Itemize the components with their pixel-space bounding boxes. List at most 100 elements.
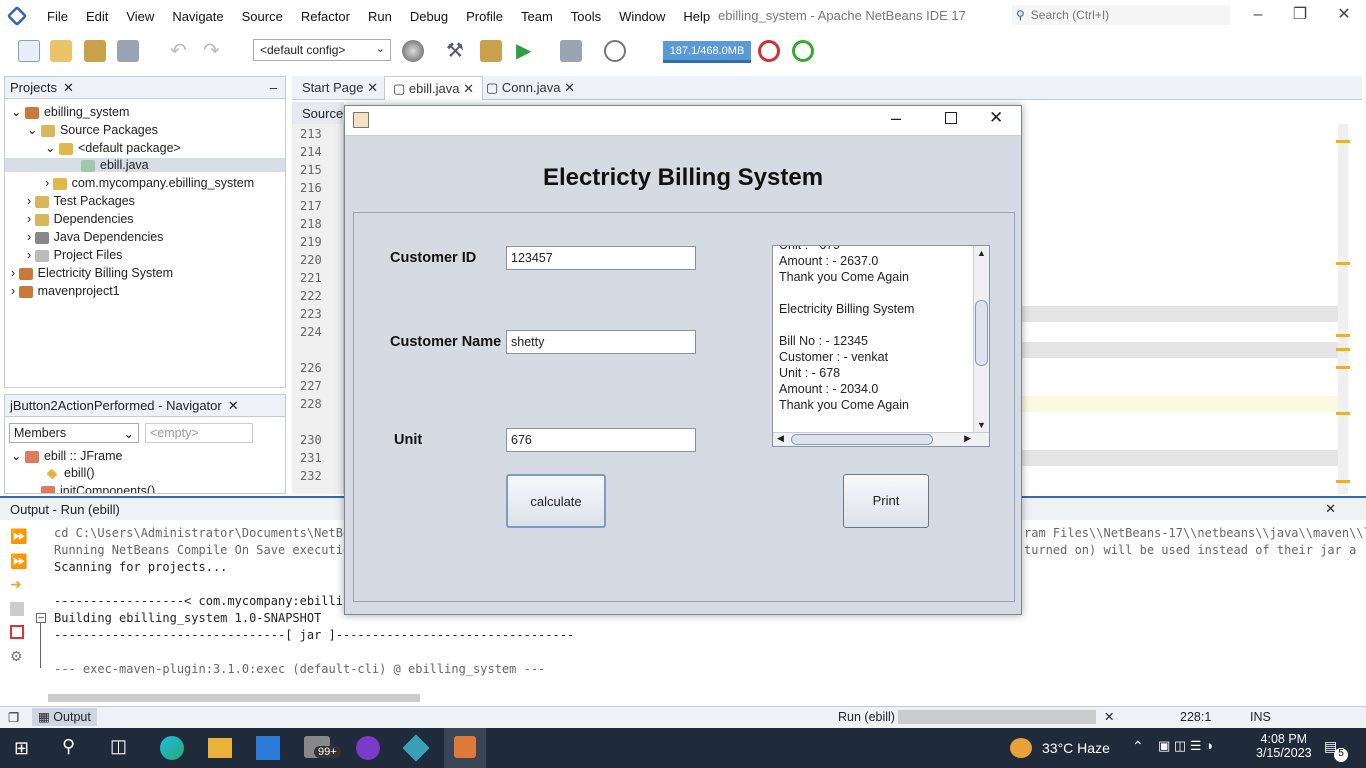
step-icon[interactable]: ➜ xyxy=(10,576,22,593)
receipt-textarea[interactable]: Unit : - 679 Amount : - 2637.0 Thank you C… xyxy=(772,245,990,447)
tray-chevron-icon[interactable]: ⌃ xyxy=(1132,738,1144,755)
editor-scrollbar[interactable] xyxy=(1338,124,1348,494)
settings-icon[interactable] xyxy=(10,602,24,616)
search-icon[interactable]: ⚲ xyxy=(62,736,75,757)
dialog-close-button[interactable]: ✕ xyxy=(989,108,1003,128)
tree-item-electricity[interactable]: › Electricity Billing System xyxy=(11,266,173,280)
nav-item-constructor[interactable]: ebill() xyxy=(45,466,95,480)
netbeans-taskbar-icon[interactable] xyxy=(402,734,430,762)
clean-build-icon[interactable] xyxy=(480,40,502,62)
weather-icon[interactable] xyxy=(1010,738,1032,758)
print-button[interactable]: Print xyxy=(843,474,929,528)
edge-icon[interactable] xyxy=(160,736,184,760)
members-select[interactable]: Members ⌄ xyxy=(9,423,139,443)
customer-id-field[interactable]: 123457 xyxy=(506,246,696,270)
menu-source[interactable]: Source xyxy=(233,9,292,24)
stop-icon[interactable] xyxy=(10,625,24,639)
clock[interactable]: 4:08 PM 3/15/2023 xyxy=(1256,732,1312,760)
receipt-vscrollbar[interactable]: ▲ ▼ xyxy=(973,246,989,432)
tree-item-mavenproject1[interactable]: › mavenproject1 xyxy=(11,284,120,298)
rerun-icon[interactable]: ⏩ xyxy=(10,528,27,545)
customer-name-field[interactable]: shetty xyxy=(506,330,696,354)
close-icon[interactable]: ✕ xyxy=(63,80,74,96)
run-icon[interactable]: ▶ xyxy=(516,40,538,62)
tray-icons[interactable]: ▣ ◫ ☰ ◑ xyxy=(1158,738,1213,754)
menu-profile[interactable]: Profile xyxy=(457,9,512,24)
globe-icon[interactable] xyxy=(402,40,424,62)
minimize-icon[interactable]: – xyxy=(270,80,277,95)
dialog-minimize-button[interactable]: – xyxy=(891,108,901,129)
tree-item-ebilling[interactable]: ⌄ ebilling_system xyxy=(11,104,129,119)
dialog-maximize-button[interactable] xyxy=(945,112,957,124)
rerun-with-options-icon[interactable]: ⏩ xyxy=(10,553,27,570)
window-title: ebilling_system - Apache NetBeans IDE 17 xyxy=(718,8,966,23)
close-icon: ✕ xyxy=(367,80,378,95)
profile-icon[interactable] xyxy=(604,40,626,62)
tree-item-java-dependencies[interactable]: › Java Dependencies xyxy=(27,230,163,244)
tree-item-project-files[interactable]: › Project Files xyxy=(27,248,122,262)
tab-conn-java[interactable]: ▢ Conn.java ✕ xyxy=(478,76,583,100)
menu-edit[interactable]: Edit xyxy=(77,9,117,24)
source-tab[interactable]: Source xyxy=(292,102,344,124)
output-hscrollbar[interactable] xyxy=(48,694,420,702)
file-explorer-icon[interactable] xyxy=(208,738,232,758)
close-button[interactable]: ✕ xyxy=(1324,4,1364,26)
weather-text[interactable]: 33°C Haze xyxy=(1042,740,1110,756)
menu-team[interactable]: Team xyxy=(512,9,562,24)
menu-refactor[interactable]: Refactor xyxy=(292,9,359,24)
receipt-hscrollbar[interactable]: ◀ ▶ xyxy=(773,432,989,446)
build-hammer-icon[interactable]: ⚒ xyxy=(446,40,468,62)
gc-icon[interactable] xyxy=(758,40,780,62)
dialog-heading: Electricty Billing System xyxy=(542,164,824,191)
menu-view[interactable]: View xyxy=(117,9,163,24)
tree-item-default-package[interactable]: ⌄ <default package> xyxy=(45,140,181,155)
line-number: 226 xyxy=(300,361,322,375)
menu-tools[interactable]: Tools xyxy=(562,9,610,24)
collapse-icon[interactable]: – xyxy=(36,613,46,623)
tree-item-com-package[interactable]: › com.mycompany.ebilling_system xyxy=(45,176,254,190)
menu-debug[interactable]: Debug xyxy=(401,9,457,24)
tab-ebill-java[interactable]: ▢ ebill.java ✕ xyxy=(384,76,484,100)
memory-indicator[interactable]: 187.1/468.0MB xyxy=(663,41,751,63)
unit-field[interactable]: 676 xyxy=(506,428,696,452)
tree-item-source-packages[interactable]: ⌄ Source Packages xyxy=(27,122,158,137)
new-project-icon[interactable] xyxy=(50,40,72,62)
output-tab[interactable]: ▦ Output xyxy=(32,708,97,726)
windows-start-icon[interactable]: ⊞ xyxy=(14,738,29,759)
store-icon[interactable] xyxy=(256,736,280,760)
tab-start-page[interactable]: Start Page ✕ xyxy=(294,76,386,100)
undo-icon[interactable]: ↶ xyxy=(170,40,192,62)
scroll-down-icon: ▼ xyxy=(977,420,986,430)
menu-window[interactable]: Window xyxy=(610,9,674,24)
java-app-taskbar[interactable] xyxy=(444,728,486,768)
restore-icon[interactable]: ❐ xyxy=(8,710,19,725)
filter-select[interactable]: <empty> xyxy=(145,423,253,443)
open-project-icon[interactable] xyxy=(84,40,106,62)
profile-ide-icon[interactable] xyxy=(792,40,814,62)
nav-item-initcomponents[interactable]: initComponents() xyxy=(41,484,155,493)
close-icon[interactable]: ✕ xyxy=(228,398,239,414)
menu-navigate[interactable]: Navigate xyxy=(163,9,232,24)
new-file-icon[interactable] xyxy=(18,40,40,62)
config-select[interactable]: <default config> ⌄ xyxy=(253,39,391,61)
menu-run[interactable]: Run xyxy=(359,9,401,24)
search-input[interactable]: ⚲ Search (Ctrl+I) xyxy=(1012,5,1230,25)
debug-icon[interactable] xyxy=(560,40,582,62)
close-icon[interactable]: ✕ xyxy=(1325,501,1336,517)
tree-item-ebill-java[interactable]: ebill.java xyxy=(5,158,285,172)
redo-icon[interactable]: ↷ xyxy=(203,40,225,62)
app-icon[interactable] xyxy=(356,736,380,760)
calculate-button[interactable]: calculate xyxy=(506,474,606,528)
task-view-icon[interactable]: ◫ xyxy=(110,736,127,757)
menu-file[interactable]: File xyxy=(38,9,77,24)
cancel-run-icon[interactable]: ✕ xyxy=(1104,709,1114,724)
save-all-icon[interactable] xyxy=(117,40,139,62)
nav-item-ebill-class[interactable]: ⌄ ebill :: JFrame xyxy=(11,448,122,463)
minimize-button[interactable]: – xyxy=(1238,4,1278,26)
receipt-line: Thank you Come Again xyxy=(779,398,909,412)
tree-item-dependencies[interactable]: › Dependencies xyxy=(27,212,134,226)
maximize-button[interactable]: ❐ xyxy=(1280,4,1320,26)
menu-help[interactable]: Help xyxy=(674,9,719,24)
gear-icon[interactable]: ⚙ xyxy=(10,648,23,665)
tree-item-test-packages[interactable]: › Test Packages xyxy=(27,194,135,208)
